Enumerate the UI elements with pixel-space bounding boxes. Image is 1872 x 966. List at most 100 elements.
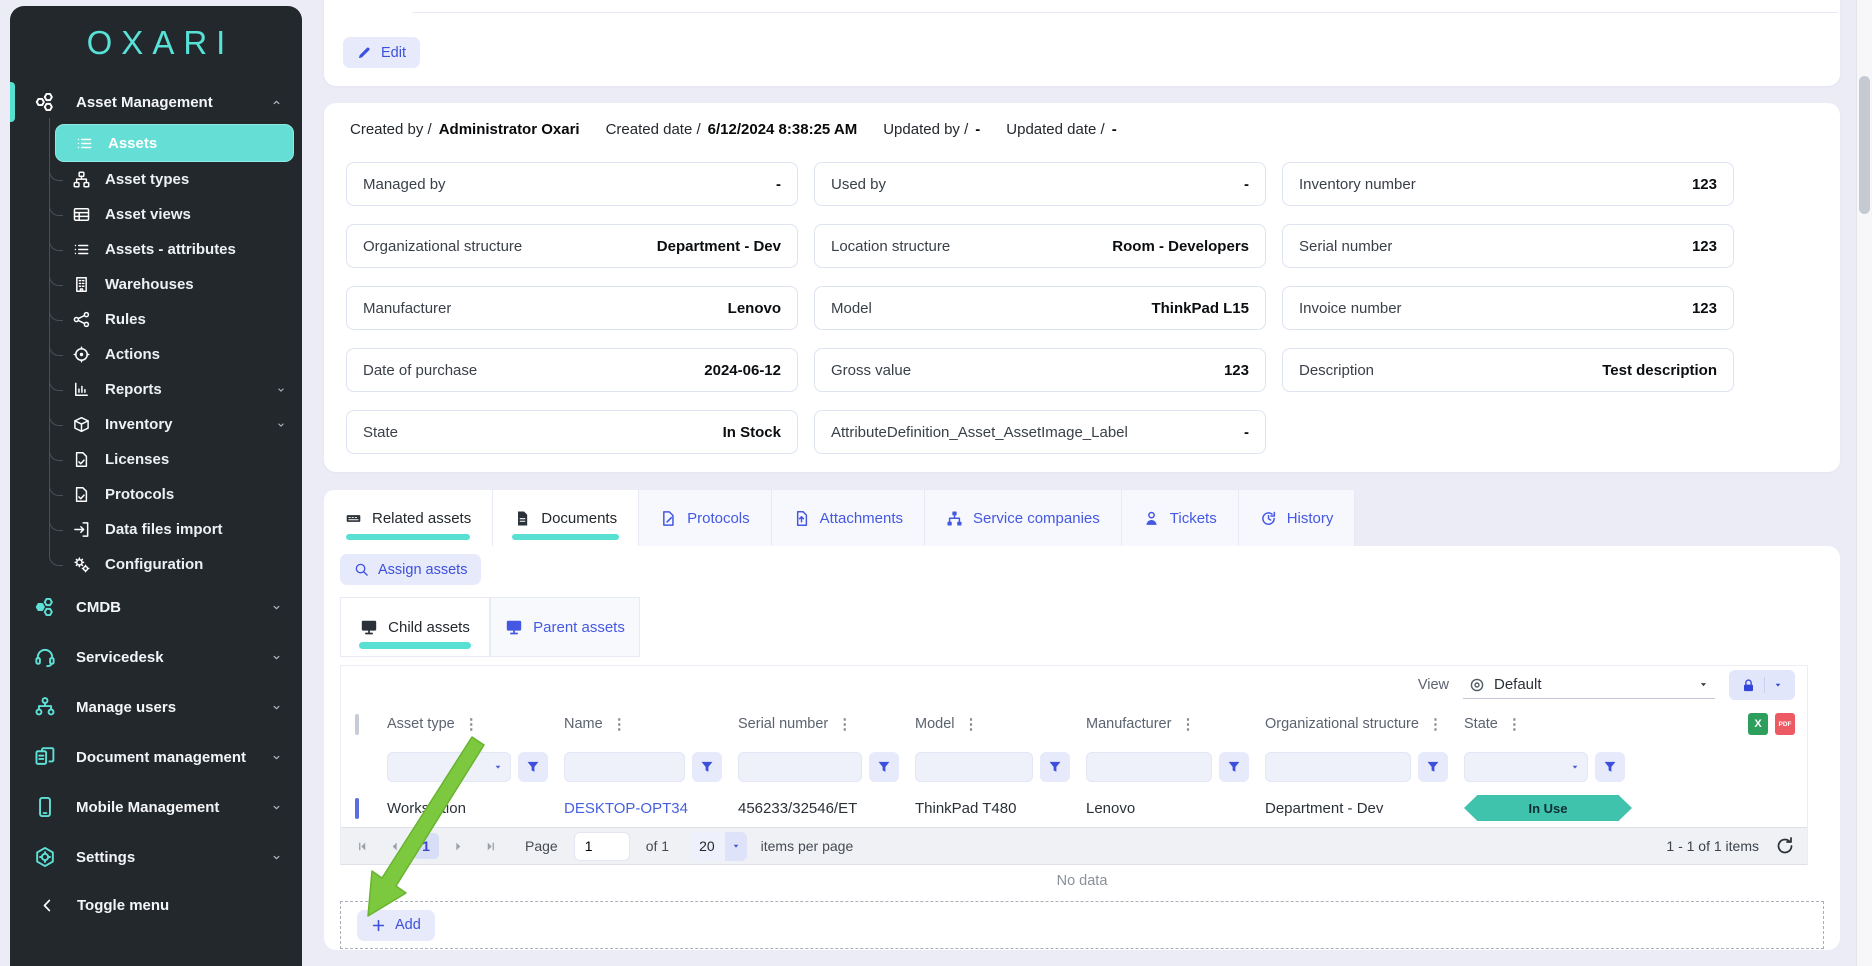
select-all-checkbox[interactable] <box>355 714 359 735</box>
sidebar-item-servicedesk[interactable]: Servicedesk <box>10 632 302 682</box>
sidebar-item-mobile-management[interactable]: Mobile Management <box>10 782 302 832</box>
filter-button-model[interactable] <box>1040 752 1070 782</box>
sidebar-item-asset-types[interactable]: Asset types <box>49 162 302 197</box>
column-header-serial-number[interactable]: Serial number⋮ <box>738 715 915 733</box>
filter-input-name[interactable] <box>564 752 685 782</box>
last-page-button[interactable] <box>477 833 503 859</box>
column-header-asset-type[interactable]: Asset type⋮ <box>387 715 564 733</box>
tab-documents[interactable]: Documents <box>493 490 639 546</box>
sidebar-item-inventory[interactable]: Inventory <box>49 407 302 442</box>
sidebar-item-assets-attributes[interactable]: Assets - attributes <box>49 232 302 267</box>
column-menu-icon[interactable]: ⋮ <box>1428 715 1443 733</box>
protocols-icon <box>73 486 90 503</box>
filter-input[interactable] <box>1465 753 1587 781</box>
filter-input[interactable] <box>739 753 861 781</box>
scrollbar-thumb[interactable] <box>1859 76 1870 214</box>
column-menu-icon[interactable]: ⋮ <box>964 715 979 733</box>
tab-protocols[interactable]: Protocols <box>639 490 772 546</box>
asset-details-card: Created by /Administrator Oxari Created … <box>324 103 1840 472</box>
column-header-model[interactable]: Model⋮ <box>915 715 1086 733</box>
items-per-page-select[interactable]: 20 <box>689 832 747 861</box>
column-header-state[interactable]: State⋮ <box>1464 715 1641 733</box>
details-grid: Managed by- Used by- Inventory number123… <box>346 162 1818 454</box>
sidebar-item-settings[interactable]: Settings <box>10 832 302 882</box>
refresh-icon[interactable] <box>1775 836 1795 856</box>
sidebar-item-asset-views[interactable]: Asset views <box>49 197 302 232</box>
pencil-icon <box>357 45 372 60</box>
sidebar-item-licenses[interactable]: Licenses <box>49 442 302 477</box>
tab-related-assets[interactable]: Related assets <box>324 490 493 546</box>
tab-attachments[interactable]: Attachments <box>772 490 925 546</box>
excel-export-icon[interactable]: X <box>1748 713 1768 735</box>
sidebar-item-rules[interactable]: Rules <box>49 302 302 337</box>
tab-tickets[interactable]: Tickets <box>1122 490 1239 546</box>
filter-input-serial-number[interactable] <box>738 752 862 782</box>
column-menu-icon[interactable]: ⋮ <box>464 715 479 733</box>
filter-input[interactable] <box>1087 753 1211 781</box>
eye-icon <box>1469 677 1485 693</box>
filter-button-asset-type[interactable] <box>518 752 548 782</box>
filter-input[interactable] <box>388 753 510 781</box>
filter-input-manufacturer[interactable] <box>1086 752 1212 782</box>
lock-view-button[interactable] <box>1729 670 1795 700</box>
filter-input[interactable] <box>916 753 1032 781</box>
subtab-child-assets[interactable]: Child assets <box>340 597 490 657</box>
column-menu-icon[interactable]: ⋮ <box>612 715 627 733</box>
filter-button-manufacturer[interactable] <box>1219 752 1249 782</box>
filter-input[interactable] <box>565 753 684 781</box>
sidebar-item-data-files-import[interactable]: Data files import <box>49 512 302 547</box>
filter-input-asset-type[interactable] <box>387 752 511 782</box>
previous-page-button[interactable] <box>381 833 407 859</box>
filter-button-state[interactable] <box>1595 752 1625 782</box>
column-header-organizational-structure[interactable]: Organizational structure⋮ <box>1265 715 1464 733</box>
filter-button-organizational-structure[interactable] <box>1418 752 1448 782</box>
page-number-input[interactable] <box>574 832 630 861</box>
filter-button-serial-number[interactable] <box>869 752 899 782</box>
view-value: Default <box>1494 676 1689 693</box>
chevron-down-icon <box>271 752 282 763</box>
sidebar-item-assets[interactable]: Assets <box>55 124 294 162</box>
first-page-button[interactable] <box>349 833 375 859</box>
sidebar-item-document-management[interactable]: Document management <box>10 732 302 782</box>
subtab-parent-assets[interactable]: Parent assets <box>490 597 640 657</box>
view-select[interactable]: Default <box>1463 671 1715 699</box>
sidebar-item-actions[interactable]: Actions <box>49 337 302 372</box>
filter-button-name[interactable] <box>692 752 722 782</box>
created-by: Created by /Administrator Oxari <box>350 121 580 138</box>
tab-service-companies[interactable]: Service companies <box>925 490 1122 546</box>
add-button[interactable]: Add <box>357 910 435 941</box>
view-label: View <box>1418 677 1449 693</box>
scrollbar-track[interactable] <box>1856 0 1872 966</box>
column-header-manufacturer[interactable]: Manufacturer⋮ <box>1086 715 1265 733</box>
toggle-menu-button[interactable]: Toggle menu <box>10 882 302 928</box>
filter-input-state[interactable] <box>1464 752 1588 782</box>
column-menu-icon[interactable]: ⋮ <box>1180 715 1195 733</box>
filter-input[interactable] <box>1266 753 1410 781</box>
sidebar-item-cmdb[interactable]: CMDB <box>10 582 302 632</box>
filter-cell-model <box>915 752 1086 782</box>
current-page-button[interactable]: 1 <box>413 833 439 859</box>
sidebar-item-manage-users[interactable]: Manage users <box>10 682 302 732</box>
sidebar-item-warehouses[interactable]: Warehouses <box>49 267 302 302</box>
rules-icon <box>73 311 90 328</box>
sidebar-item-configuration[interactable]: Configuration <box>49 547 302 582</box>
sidebar-item-asset-management[interactable]: Asset Management <box>10 80 302 124</box>
inventory-icon <box>73 416 90 433</box>
child-assets-table: View Default Asset type⋮ Name <box>340 665 1808 865</box>
column-menu-icon[interactable]: ⋮ <box>1507 715 1522 733</box>
pdf-export-icon[interactable]: PDF <box>1775 713 1795 735</box>
assign-assets-button[interactable]: Assign assets <box>340 554 481 585</box>
column-header-name[interactable]: Name⋮ <box>564 715 738 733</box>
edit-button[interactable]: Edit <box>343 37 420 68</box>
next-page-button[interactable] <box>445 833 471 859</box>
row-checkbox[interactable] <box>355 798 359 819</box>
asset-name-link[interactable]: DESKTOP-OPT34 <box>564 800 688 817</box>
sidebar-item-protocols[interactable]: Protocols <box>49 477 302 512</box>
filter-input-organizational-structure[interactable] <box>1265 752 1411 782</box>
sidebar-item-reports[interactable]: Reports <box>49 372 302 407</box>
field-model: ModelThinkPad L15 <box>814 286 1266 330</box>
tab-history[interactable]: History <box>1239 490 1356 546</box>
column-menu-icon[interactable]: ⋮ <box>837 715 852 733</box>
app-logo: OXARI <box>10 6 302 80</box>
filter-input-model[interactable] <box>915 752 1033 782</box>
